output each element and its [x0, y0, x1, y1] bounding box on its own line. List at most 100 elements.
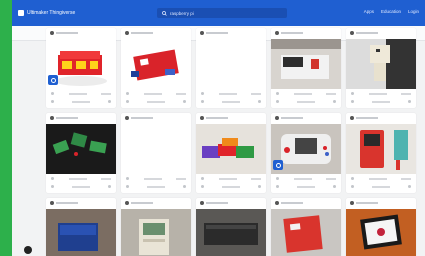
thing-card[interactable] [271, 113, 341, 193]
stat-line [143, 177, 162, 180]
avatar[interactable] [200, 31, 204, 35]
logo-icon [18, 10, 24, 16]
action-line [72, 100, 90, 103]
collect-icon[interactable] [201, 185, 204, 188]
comment-icon[interactable] [408, 100, 411, 103]
thing-card[interactable] [346, 198, 416, 256]
card-author [200, 31, 228, 35]
thing-photo-blank[interactable] [121, 124, 191, 174]
avatar[interactable] [350, 31, 354, 35]
chat-button[interactable] [24, 246, 32, 254]
stat-line [68, 92, 87, 95]
thing-photo-gameboy-style[interactable] [346, 124, 416, 174]
avatar[interactable] [275, 116, 279, 120]
avatar[interactable] [125, 31, 129, 35]
collect-icon[interactable] [201, 100, 204, 103]
author-line [56, 202, 78, 204]
thing-photo-pcb-boards[interactable] [46, 124, 116, 174]
comment-icon[interactable] [333, 100, 336, 103]
thing-photo-coloured-cases[interactable] [196, 124, 266, 174]
stat-count [176, 177, 186, 180]
collect-icon[interactable] [351, 100, 354, 103]
comment-icon[interactable] [258, 100, 261, 103]
like-icon[interactable] [51, 177, 54, 180]
card-actions [276, 100, 336, 103]
like-icon[interactable] [201, 92, 204, 95]
card-author [350, 201, 378, 205]
avatar[interactable] [200, 201, 204, 205]
thing-card[interactable] [121, 113, 191, 193]
comment-icon[interactable] [258, 185, 261, 188]
thing-photo-blank[interactable] [196, 39, 266, 89]
thing-card[interactable] [196, 113, 266, 193]
avatar[interactable] [200, 116, 204, 120]
like-icon[interactable] [351, 92, 354, 95]
card-author [275, 31, 303, 35]
comment-icon[interactable] [183, 100, 186, 103]
thing-card[interactable] [46, 113, 116, 193]
avatar[interactable] [50, 31, 54, 35]
avatar[interactable] [125, 201, 129, 205]
like-icon[interactable] [276, 177, 279, 180]
collect-icon[interactable] [51, 185, 54, 188]
collect-icon[interactable] [276, 100, 279, 103]
thing-card[interactable] [196, 28, 266, 108]
like-icon[interactable] [51, 92, 54, 95]
search-input[interactable] [170, 10, 280, 16]
avatar[interactable] [50, 201, 54, 205]
card-stats [126, 92, 186, 95]
collect-icon[interactable] [126, 100, 129, 103]
action-line [72, 185, 90, 188]
thing-photo-dark-case[interactable] [196, 209, 266, 256]
thing-photo-blue-box[interactable] [46, 209, 116, 256]
stat-line [143, 92, 162, 95]
thing-card[interactable] [46, 198, 116, 256]
collect-icon[interactable] [351, 185, 354, 188]
comment-icon[interactable] [333, 185, 336, 188]
card-actions [201, 100, 261, 103]
avatar[interactable] [275, 201, 279, 205]
collect-icon[interactable] [276, 185, 279, 188]
search-icon [162, 10, 167, 16]
thing-photo-red-tall-case[interactable] [271, 209, 341, 256]
thing-card[interactable] [196, 198, 266, 256]
avatar[interactable] [50, 116, 54, 120]
app-logo[interactable]: Ultimaker Thingiverse [18, 9, 75, 17]
thing-photo-retro-pc[interactable] [121, 209, 191, 256]
nav-login[interactable]: Login [408, 9, 419, 14]
comment-icon[interactable] [183, 185, 186, 188]
avatar[interactable] [350, 116, 354, 120]
comment-icon[interactable] [108, 185, 111, 188]
collect-icon[interactable] [126, 185, 129, 188]
thing-photo-orange-screen[interactable] [346, 209, 416, 256]
comment-icon[interactable] [408, 185, 411, 188]
like-icon[interactable] [351, 177, 354, 180]
action-line [372, 185, 390, 188]
author-line [206, 32, 228, 34]
app-title: Ultimaker Thingiverse [27, 10, 76, 16]
comment-icon[interactable] [108, 100, 111, 103]
like-icon[interactable] [126, 92, 129, 95]
thing-card[interactable] [121, 28, 191, 108]
thing-card[interactable] [271, 28, 341, 108]
thing-photo-white-grey-case[interactable] [271, 39, 341, 89]
like-icon[interactable] [201, 177, 204, 180]
avatar[interactable] [275, 31, 279, 35]
thing-card[interactable] [346, 28, 416, 108]
like-icon[interactable] [126, 177, 129, 180]
like-icon[interactable] [276, 92, 279, 95]
thing-card[interactable] [46, 28, 116, 108]
nav-apps[interactable]: Apps [364, 9, 374, 14]
app-window: Ultimaker Thingiverse Apps Education Log… [12, 0, 425, 256]
thing-photo-white-robot[interactable] [346, 39, 416, 89]
card-actions [51, 185, 111, 188]
thing-card[interactable] [271, 198, 341, 256]
thing-photo-red-blue-case[interactable] [121, 39, 191, 89]
thing-card[interactable] [121, 198, 191, 256]
collect-icon[interactable] [51, 100, 54, 103]
search-box[interactable] [157, 8, 287, 18]
nav-education[interactable]: Education [381, 9, 401, 14]
avatar[interactable] [125, 116, 129, 120]
thing-card[interactable] [346, 113, 416, 193]
avatar[interactable] [350, 201, 354, 205]
